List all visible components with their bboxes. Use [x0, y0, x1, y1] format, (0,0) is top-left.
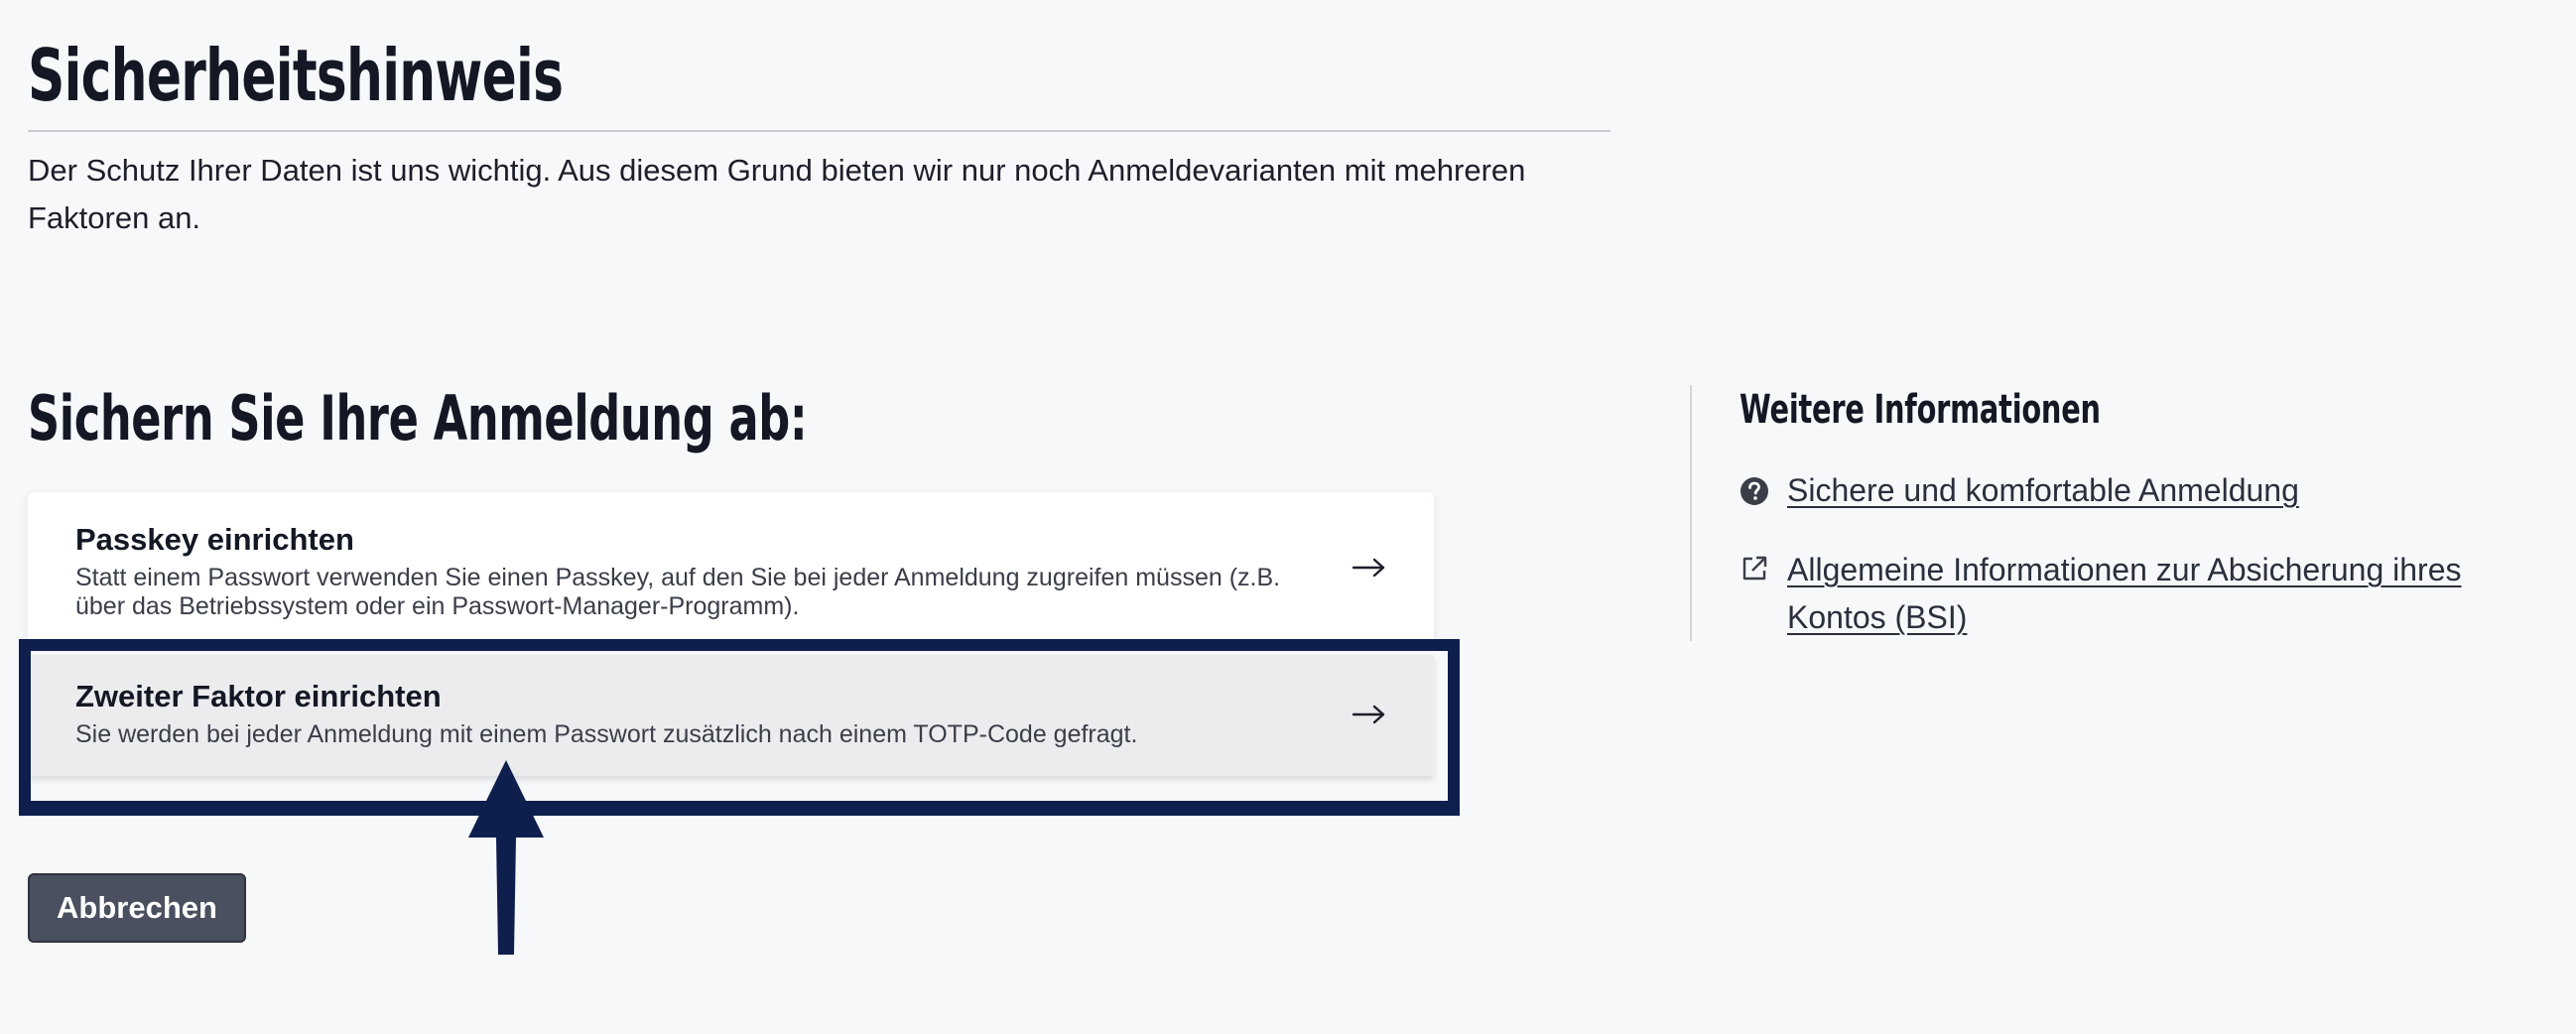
section-heading: Sichern Sie Ihre Anmeldung ab:: [28, 382, 808, 454]
info-link-row-secure-login: Sichere und komfortable Anmeldung: [1739, 466, 2553, 516]
cancel-button[interactable]: Abbrechen: [28, 873, 246, 943]
title-divider: [28, 130, 1610, 132]
pointer-arrow-icon: [468, 760, 544, 955]
arrow-right-icon: [1352, 705, 1385, 724]
passkey-option-description: Statt einem Passwort verwenden Sie einen…: [75, 564, 1281, 620]
passkey-option-title: Passkey einrichten: [75, 522, 354, 557]
second-factor-option-title: Zweiter Faktor einrichten: [75, 679, 442, 713]
external-link-icon: [1742, 556, 1767, 581]
second-factor-option-description: Sie werden bei jeder Anmeldung mit einem…: [75, 720, 1138, 748]
page-title: Sicherheitshinweis: [28, 34, 564, 117]
passkey-option-card[interactable]: Passkey einrichten Statt einem Passwort …: [28, 492, 1434, 643]
secure-login-link[interactable]: Sichere und komfortable Anmeldung: [1787, 466, 2541, 514]
sidebar-heading: Weitere Informationen: [1739, 387, 2101, 433]
info-link-row-bsi: Allgemeine Informationen zur Absicherung…: [1739, 546, 2553, 645]
intro-text: Der Schutz Ihrer Daten ist uns wichtig. …: [28, 153, 1526, 235]
arrow-right-icon: [1352, 558, 1385, 578]
question-circle-icon: [1740, 477, 1768, 505]
second-factor-option-card[interactable]: Zweiter Faktor einrichten Sie werden bei…: [28, 655, 1434, 776]
bsi-info-link[interactable]: Allgemeine Informationen zur Absicherung…: [1787, 546, 2541, 641]
sidebar-divider: [1690, 385, 1692, 641]
